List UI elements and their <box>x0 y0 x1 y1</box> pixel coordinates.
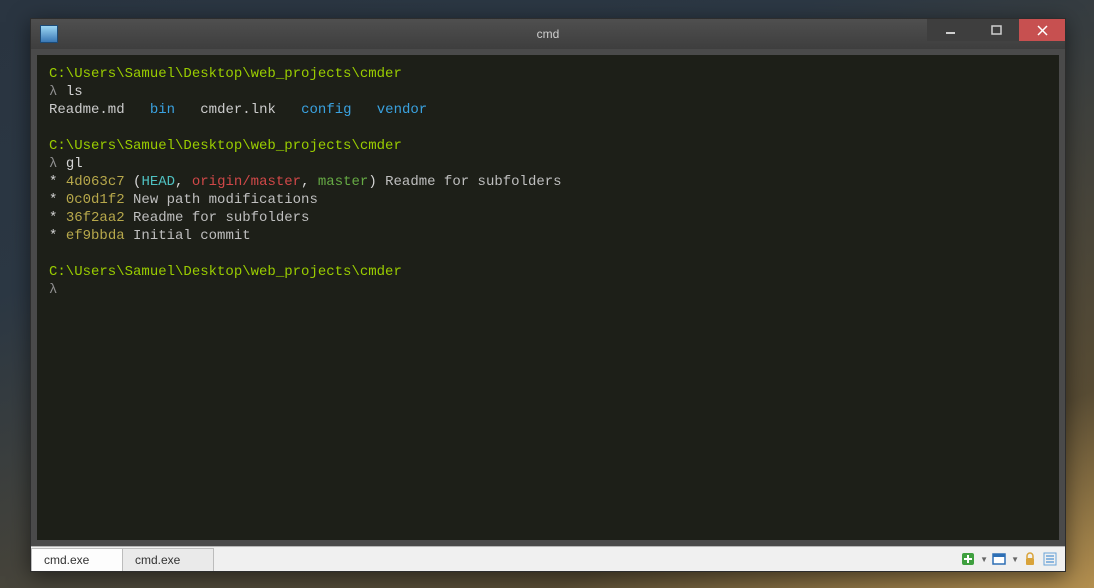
close-icon <box>1037 25 1048 36</box>
app-icon-box <box>35 20 63 48</box>
tab-cmd-1[interactable]: cmd.exe <box>31 548 123 571</box>
lock-button[interactable] <box>1021 550 1039 568</box>
log-msg: Initial commit <box>133 228 251 244</box>
status-right-icons: ▼ ▼ <box>959 547 1065 571</box>
maximize-icon <box>991 25 1002 36</box>
terminal-body[interactable]: C:\Users\Samuel\Desktop\web_projects\cmd… <box>37 55 1059 540</box>
dropdown-icon[interactable]: ▼ <box>980 555 988 564</box>
dropdown-icon[interactable]: ▼ <box>1011 555 1019 564</box>
log-hash: 0c0d1f2 <box>66 192 125 208</box>
log-ref-origin: origin/master <box>192 174 301 190</box>
hamburger-icon <box>1043 552 1057 566</box>
window-controls <box>927 19 1065 41</box>
desktop-background: cmd C:\Users\Samuel\Desktop\web_projects… <box>0 0 1094 588</box>
log-msg: Readme for subfolders <box>385 174 561 190</box>
log-star: * <box>49 192 57 208</box>
log-hash: 36f2aa2 <box>66 210 125 226</box>
lock-icon <box>1024 552 1036 566</box>
prompt-symbol: λ <box>49 84 57 100</box>
window-list-button[interactable] <box>990 550 1008 568</box>
app-icon <box>40 25 58 43</box>
prompt-path: C:\Users\Samuel\Desktop\web_projects\cmd… <box>49 138 402 154</box>
command-gl: gl <box>66 156 83 172</box>
titlebar[interactable]: cmd <box>31 19 1065 49</box>
log-star: * <box>49 174 57 190</box>
plus-icon <box>961 552 975 566</box>
window-icon <box>992 552 1006 566</box>
close-button[interactable] <box>1019 19 1065 41</box>
ls-item-config: config <box>301 102 351 118</box>
add-tab-button[interactable] <box>959 550 977 568</box>
ls-item-readme: Readme.md <box>49 102 125 118</box>
log-msg: Readme for subfolders <box>133 210 309 226</box>
prompt-symbol: λ <box>49 156 57 172</box>
ls-item-lnk: cmder.lnk <box>200 102 276 118</box>
tab-label: cmd.exe <box>44 553 89 567</box>
status-bar: cmd.exe cmd.exe ▼ ▼ <box>31 546 1065 571</box>
log-star: * <box>49 210 57 226</box>
terminal-window: cmd C:\Users\Samuel\Desktop\web_projects… <box>30 18 1066 572</box>
prompt-path: C:\Users\Samuel\Desktop\web_projects\cmd… <box>49 264 402 280</box>
prompt-path: C:\Users\Samuel\Desktop\web_projects\cmd… <box>49 66 402 82</box>
log-hash: ef9bbda <box>66 228 125 244</box>
log-ref-master: master <box>318 174 368 190</box>
tab-label: cmd.exe <box>135 553 180 567</box>
ls-item-vendor: vendor <box>377 102 427 118</box>
log-star: * <box>49 228 57 244</box>
tab-cmd-2[interactable]: cmd.exe <box>122 548 214 571</box>
command-ls: ls <box>66 84 83 100</box>
log-msg: New path modifications <box>133 192 318 208</box>
ls-item-bin: bin <box>150 102 175 118</box>
log-hash: 4d063c7 <box>66 174 125 190</box>
minimize-button[interactable] <box>927 19 973 41</box>
maximize-button[interactable] <box>973 19 1019 41</box>
window-title: cmd <box>537 27 560 41</box>
log-ref-head: HEAD <box>141 174 175 190</box>
settings-button[interactable] <box>1041 550 1059 568</box>
prompt-symbol: λ <box>49 282 57 298</box>
minimize-icon <box>945 25 956 36</box>
